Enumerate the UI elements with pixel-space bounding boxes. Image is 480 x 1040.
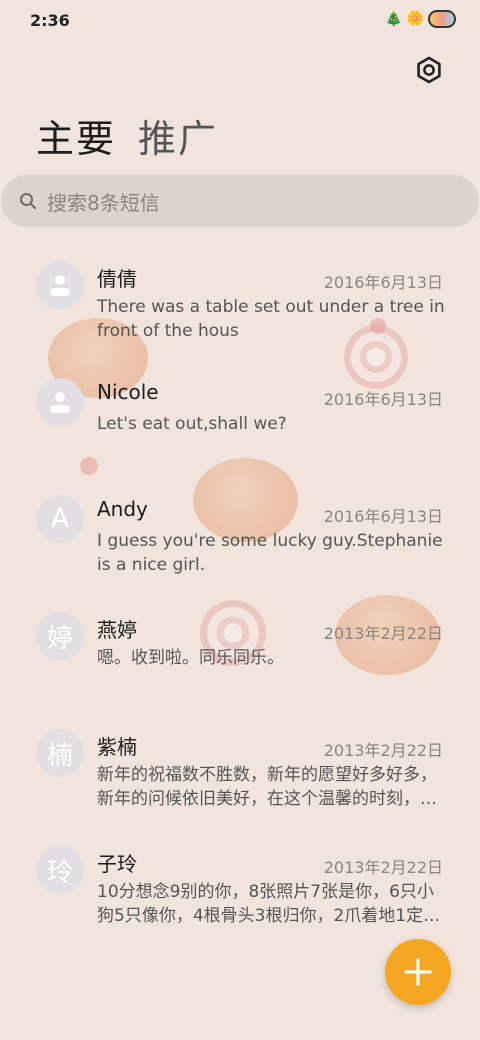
contact-avatar: A — [36, 495, 84, 543]
conversation-item[interactable]: 玲 子玲 2013年2月22日 10分想念9别的你，8张照片7张是你，6只小狗5… — [0, 835, 480, 952]
search-icon — [20, 193, 37, 210]
contact-name: 紫楠 — [97, 735, 137, 759]
message-date: 2013年2月22日 — [323, 741, 443, 760]
status-bar: 2:36 🎄 🌼 — [0, 0, 480, 44]
contact-avatar — [36, 378, 84, 426]
search-placeholder: 搜索8条短信 — [47, 190, 160, 215]
new-message-button[interactable] — [385, 939, 451, 1005]
conversation-item[interactable]: Nicole 2016年6月13日 Let's eat out,shall we… — [0, 367, 480, 484]
contact-avatar: 婷 — [36, 612, 84, 660]
message-date: 2013年2月22日 — [323, 624, 443, 643]
contact-name: 子玲 — [97, 852, 137, 876]
tab-primary[interactable]: 主要 — [36, 108, 116, 163]
contact-avatar: 玲 — [36, 846, 84, 894]
message-preview: 嗯。收到啦。同乐同乐。 — [97, 648, 284, 668]
conversation-list: 倩倩 2016年6月13日 There was a table set out … — [0, 250, 480, 952]
person-icon — [50, 392, 70, 413]
contact-name: 燕婷 — [97, 618, 137, 642]
tab-promotions[interactable]: 推广 — [138, 108, 218, 163]
contact-name: 倩倩 — [97, 267, 137, 291]
plus-icon — [404, 958, 432, 986]
message-date: 2013年2月22日 — [323, 858, 443, 877]
message-preview: I guess you're some lucky guy.Stephanie … — [97, 531, 443, 575]
contact-name: Andy — [97, 497, 148, 521]
contact-name: Nicole — [97, 380, 159, 404]
message-date: 2016年6月13日 — [323, 273, 443, 292]
contact-avatar — [36, 261, 84, 309]
message-preview: There was a table set out under a tree i… — [97, 297, 445, 341]
message-date: 2016年6月13日 — [323, 390, 443, 409]
tree-icon: 🎄 — [385, 11, 403, 27]
status-icons: 🎄 🌼 — [385, 9, 456, 29]
conversation-item[interactable]: A Andy 2016年6月13日 I guess you're some lu… — [0, 484, 480, 601]
tab-bar: 主要 推广 — [36, 108, 218, 163]
settings-button[interactable] — [414, 55, 444, 85]
person-icon — [50, 275, 70, 296]
message-preview: 10分想念9别的你，8张照片7张是你，6只小狗5只像你，4根骨头3根归你，2爪着… — [97, 882, 441, 926]
contact-avatar: 楠 — [36, 729, 84, 777]
gear-icon — [417, 56, 441, 84]
conversation-item[interactable]: 楠 紫楠 2013年2月22日 新年的祝福数不胜数，新年的愿望好多好多，新年的问… — [0, 718, 480, 835]
conversation-item[interactable]: 婷 燕婷 2013年2月22日 嗯。收到啦。同乐同乐。 — [0, 601, 480, 718]
cat-battery-icon — [428, 10, 456, 28]
message-date: 2016年6月13日 — [323, 507, 443, 526]
message-preview: 新年的祝福数不胜数，新年的愿望好多好多，新年的问候依旧美好，在这个温馨的时刻，… — [97, 765, 437, 809]
status-time: 2:36 — [30, 11, 70, 30]
conversation-item[interactable]: 倩倩 2016年6月13日 There was a table set out … — [0, 250, 480, 367]
flower-icon: 🌼 — [406, 11, 424, 27]
message-preview: Let's eat out,shall we? — [97, 414, 287, 434]
search-bar[interactable]: 搜索8条短信 — [1, 175, 479, 227]
